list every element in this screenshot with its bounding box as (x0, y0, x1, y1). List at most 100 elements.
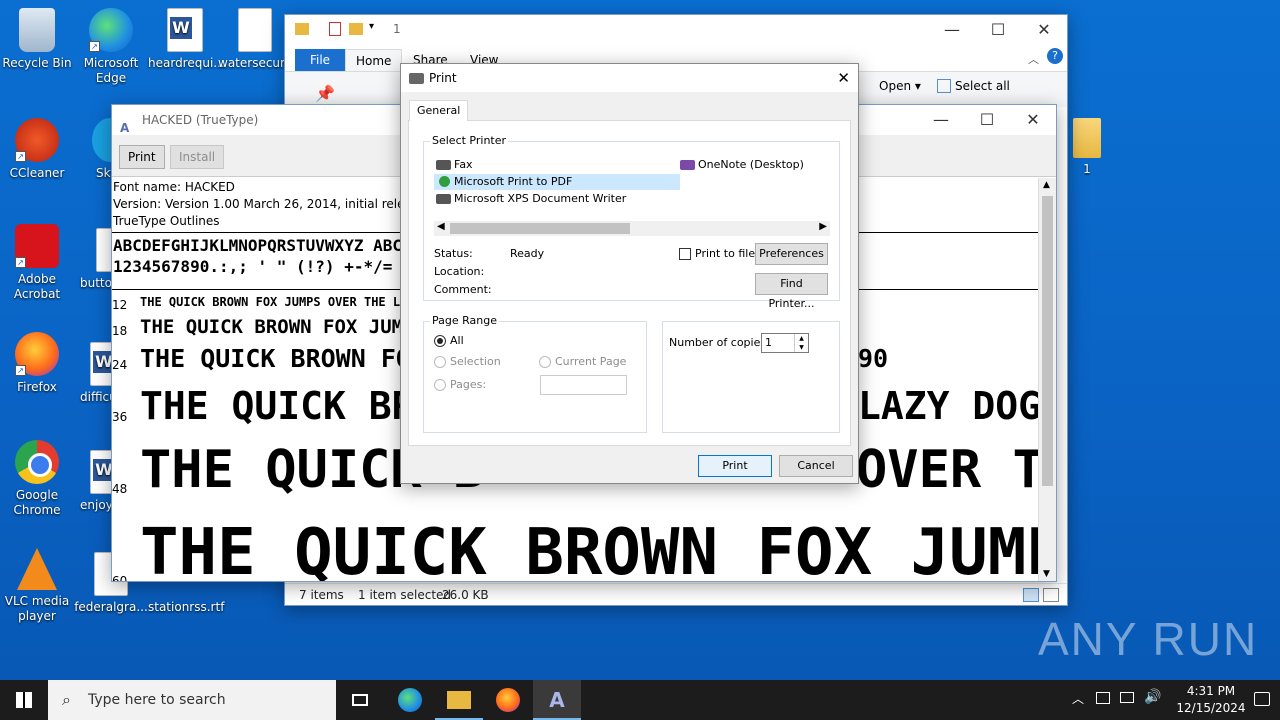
sample-size: 48 (112, 482, 128, 496)
maximize-button[interactable]: ☐ (975, 15, 1021, 45)
print-to-file-label[interactable]: Print to file (695, 247, 755, 260)
select-printer-group: Select Printer Fax Microsoft Print to PD… (423, 134, 840, 310)
network-icon[interactable] (1096, 692, 1110, 704)
task-view-button[interactable] (336, 680, 384, 720)
pages-input[interactable] (540, 375, 627, 395)
range-selection-radio[interactable] (434, 356, 446, 368)
scroll-up-icon[interactable]: ▲ (1043, 180, 1050, 190)
explorer-status-bar: 7 items 1 item selected 26.0 KB (285, 583, 1067, 605)
tab-file[interactable]: File (295, 49, 345, 71)
sample-text-tail: LAZY DOG. (858, 384, 1038, 428)
sample-size: 36 (112, 410, 128, 424)
taskbar-file-explorer[interactable] (435, 680, 483, 720)
vertical-scrollbar[interactable]: ▲ ▼ (1038, 178, 1056, 581)
print-button[interactable]: Print (698, 455, 772, 477)
tab-general[interactable]: General (409, 100, 469, 121)
volume-icon[interactable]: 🔊 (1144, 689, 1161, 705)
help-icon[interactable]: ? (1047, 48, 1063, 64)
tab-home[interactable]: Home (345, 49, 403, 71)
pin-icon[interactable]: 📌 (315, 84, 335, 103)
printer-item-fax[interactable]: Fax (434, 157, 674, 173)
spin-down-icon[interactable]: ▼ (794, 343, 808, 352)
range-selection-label[interactable]: Selection (450, 355, 501, 368)
range-all-radio[interactable] (434, 335, 446, 347)
status-label: Status: (434, 247, 473, 260)
scroll-right-icon[interactable]: ▶ (819, 221, 827, 232)
minimize-button[interactable]: — (929, 15, 975, 45)
properties-icon[interactable] (329, 22, 341, 36)
close-icon[interactable]: ✕ (837, 64, 850, 92)
preferences-button[interactable]: Preferences (755, 243, 828, 265)
desktop-icon-recycle-bin[interactable]: Recycle Bin (0, 8, 74, 71)
font-viewer-title: HACKED (TrueType) (142, 113, 259, 127)
copies-input[interactable]: 1 ▲ ▼ (761, 333, 809, 353)
status-value: Ready (510, 247, 545, 260)
print-button[interactable]: Print (119, 145, 165, 169)
desktop-icon-firefox[interactable]: ↗ Firefox (0, 332, 74, 395)
desktop-icon-button[interactable]: button (74, 228, 112, 291)
display-icon[interactable] (1120, 692, 1134, 703)
select-all-button[interactable]: Select all (955, 79, 1010, 93)
desktop-icon-enjoy[interactable]: enjoy (74, 450, 112, 513)
sample-text: THE QUICK BROWN FOX JUMPS (140, 316, 426, 338)
range-pages-radio[interactable] (434, 379, 446, 391)
taskbar-firefox[interactable] (484, 680, 532, 720)
word-document-icon (167, 8, 203, 52)
select-all-icon (937, 79, 951, 93)
system-tray: ︿ 🔊 4:31 PM 12/15/2024 (1064, 680, 1280, 720)
open-button[interactable]: Open ▾ (879, 79, 921, 93)
install-button[interactable]: Install (170, 145, 225, 169)
print-to-file-checkbox[interactable] (679, 248, 691, 260)
word-document-icon (90, 342, 112, 386)
taskbar-search-box[interactable]: ⌕ Type here to search (48, 680, 336, 720)
copies-value: 1 (765, 336, 772, 349)
printer-list[interactable]: Fax Microsoft Print to PDF Microsoft XPS… (434, 157, 830, 227)
range-current-page-radio[interactable] (539, 356, 551, 368)
clock-time[interactable]: 4:31 PM (1172, 684, 1250, 698)
desktop-icon-ccleaner[interactable]: ↗ CCleaner (0, 118, 74, 181)
printer-item-print-to-pdf[interactable]: Microsoft Print to PDF (434, 174, 680, 190)
desktop-icon-watersecur[interactable]: watersecur... (218, 8, 295, 71)
minimize-button[interactable]: — (918, 105, 964, 135)
details-view-icon[interactable] (1023, 588, 1039, 602)
font-name: Font name: HACKED (113, 180, 235, 194)
printer-item-onenote[interactable]: OneNote (Desktop) (678, 157, 828, 173)
desktop-icon-acrobat[interactable]: ↗ Adobe Acrobat (0, 224, 74, 302)
taskbar-font-viewer[interactable]: A (533, 680, 581, 720)
printer-list-hscrollbar[interactable]: ◀ ▶ (434, 221, 830, 236)
clock-date[interactable]: 12/15/2024 (1166, 701, 1256, 715)
spin-up-icon[interactable]: ▲ (794, 334, 808, 343)
notifications-icon[interactable] (1254, 692, 1270, 706)
large-icons-view-icon[interactable] (1043, 588, 1059, 602)
firefox-icon: ↗ (15, 332, 59, 376)
desktop-icon-heardrequi[interactable]: heardrequi... (148, 8, 225, 71)
range-current-page-label[interactable]: Current Page (555, 355, 626, 368)
close-button[interactable]: ✕ (1021, 15, 1067, 45)
scroll-thumb[interactable] (450, 223, 630, 234)
find-printer-button[interactable]: Find Printer... (755, 273, 828, 310)
desktop-icon-edge[interactable]: ↗ Microsoft Edge (74, 8, 148, 86)
taskbar-edge[interactable] (386, 680, 434, 720)
explorer-titlebar: ▾ 1 — ☐ ✕ (285, 15, 1067, 45)
scroll-thumb[interactable] (1042, 196, 1053, 486)
desktop-icon-difficu[interactable]: difficu (74, 342, 112, 405)
search-icon: ⌕ (62, 690, 71, 709)
maximize-button[interactable]: ☐ (964, 105, 1010, 135)
ribbon-collapse-icon[interactable]: ︿ (1028, 51, 1039, 67)
printer-item-xps[interactable]: Microsoft XPS Document Writer (434, 191, 680, 207)
range-all-label[interactable]: All (450, 334, 464, 347)
desktop-icon-vlc[interactable]: VLC media player (0, 548, 74, 624)
desktop-icon-chrome[interactable]: Google Chrome (0, 440, 74, 518)
new-folder-icon[interactable] (349, 23, 363, 35)
desktop-icon-skype[interactable]: Sky (74, 118, 112, 181)
show-hidden-icons-icon[interactable]: ︿ (1072, 690, 1084, 707)
cancel-button[interactable]: Cancel (779, 455, 853, 477)
scroll-left-icon[interactable]: ◀ (437, 221, 445, 232)
close-button[interactable]: ✕ (1010, 105, 1056, 135)
start-button[interactable] (0, 680, 48, 720)
print-dialog: Print ✕ General Select Printer Fax Micro… (400, 63, 859, 484)
range-pages-label[interactable]: Pages: (450, 378, 486, 391)
qat-dropdown-icon[interactable]: ▾ (369, 21, 374, 32)
task-view-icon (352, 694, 368, 706)
scroll-down-icon[interactable]: ▼ (1043, 569, 1050, 579)
